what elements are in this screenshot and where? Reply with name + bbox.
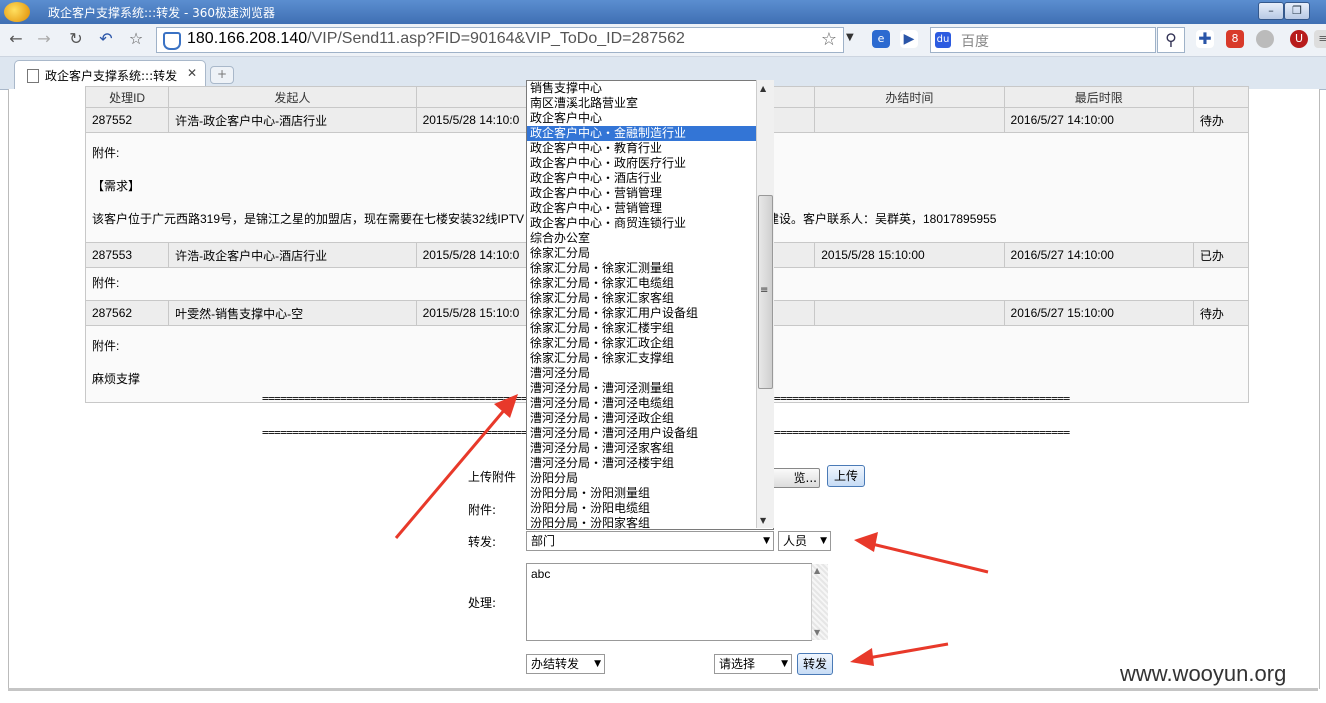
arrow-to-select (854, 532, 989, 574)
arrow-to-forward-button (850, 642, 949, 666)
annotation-arrows (394, 394, 989, 666)
arrow-to-dropdown (394, 394, 518, 539)
watermark: www.wooyun.org (1120, 661, 1287, 686)
